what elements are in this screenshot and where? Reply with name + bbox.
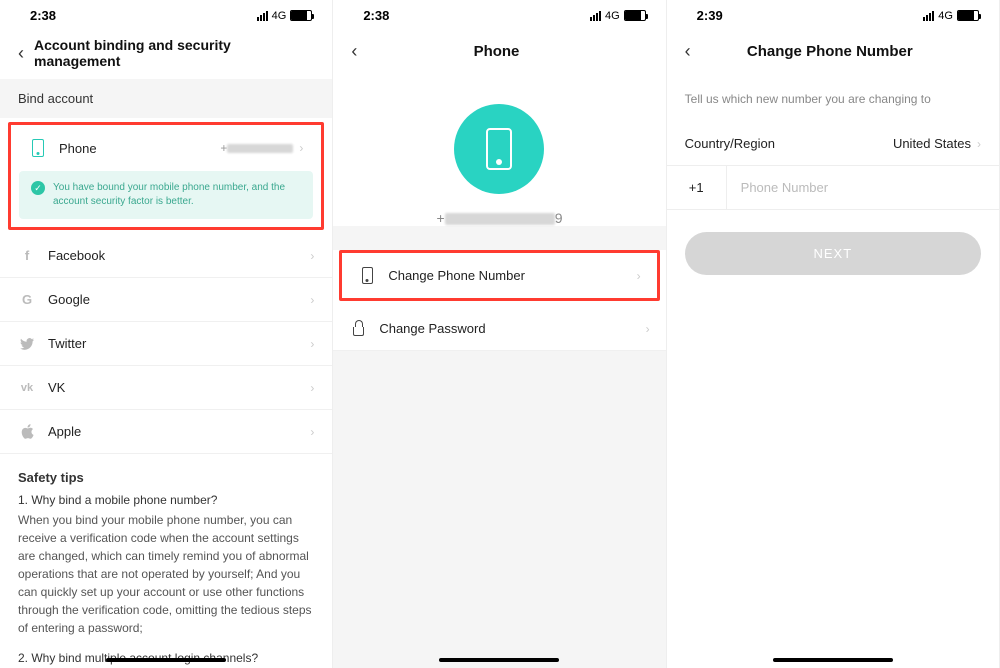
row-phone[interactable]: Phone + ›: [11, 125, 321, 171]
row-phone-input: +1: [667, 166, 999, 210]
battery-icon: [624, 10, 646, 21]
status-indicators: 4G: [257, 10, 313, 22]
highlight-change-phone: Change Phone Number ›: [339, 250, 659, 301]
chevron-right-icon: ›: [299, 141, 303, 155]
row-facebook[interactable]: f Facebook ›: [0, 234, 332, 278]
back-icon[interactable]: ‹: [14, 39, 28, 68]
hint-box: ✓ You have bound your mobile phone numbe…: [19, 171, 313, 219]
phone-badge: [454, 104, 544, 194]
tips-q1-body: When you bind your mobile phone number, …: [18, 511, 314, 637]
section-header: Bind account: [0, 79, 332, 118]
row-change-phone[interactable]: Change Phone Number ›: [342, 253, 656, 298]
twitter-icon: [18, 338, 36, 350]
row-google[interactable]: G Google ›: [0, 278, 332, 322]
row-twitter[interactable]: Twitter ›: [0, 322, 332, 366]
chevron-right-icon: ›: [977, 137, 981, 151]
facebook-icon: f: [18, 248, 36, 263]
clock: 2:38: [30, 8, 56, 23]
row-phone-label: Phone: [59, 141, 220, 156]
phone-icon: [29, 139, 47, 157]
apple-icon: [18, 424, 36, 439]
tips-q1-title: 1. Why bind a mobile phone number?: [18, 491, 314, 509]
network-type: 4G: [938, 10, 953, 22]
chevron-right-icon: ›: [310, 425, 314, 439]
vk-icon: vk: [18, 382, 36, 394]
phone-icon: [358, 267, 376, 284]
chevron-right-icon: ›: [310, 293, 314, 307]
next-button[interactable]: NEXT: [685, 232, 981, 275]
country-code[interactable]: +1: [667, 166, 727, 209]
signal-icon: [590, 11, 601, 21]
chevron-right-icon: ›: [646, 322, 650, 336]
signal-icon: [923, 11, 934, 21]
status-bar: 2:39 4G: [667, 0, 999, 27]
phone-icon: [486, 128, 512, 170]
row-change-password[interactable]: Change Password ›: [333, 307, 665, 351]
nav-bar: ‹ Account binding and security managemen…: [0, 27, 332, 79]
chevron-right-icon: ›: [310, 249, 314, 263]
masked-phone: +9: [333, 210, 665, 226]
google-icon: G: [18, 292, 36, 307]
home-indicator[interactable]: [773, 658, 893, 662]
country-value: United States: [893, 136, 971, 151]
safety-tips: Safety tips 1. Why bind a mobile phone n…: [0, 454, 332, 668]
status-bar: 2:38 4G: [0, 0, 332, 27]
screen-change-phone: 2:39 4G ‹ Change Phone Number Tell us wh…: [667, 0, 1000, 668]
page-title: Account binding and security management: [28, 37, 318, 69]
row-country[interactable]: Country/Region United States ›: [667, 122, 999, 166]
signal-icon: [257, 11, 268, 21]
screen-account-binding: 2:38 4G ‹ Account binding and security m…: [0, 0, 333, 668]
home-indicator[interactable]: [106, 658, 226, 662]
battery-icon: [957, 10, 979, 21]
tips-title: Safety tips: [18, 470, 314, 485]
nav-bar: ‹ Change Phone Number: [667, 27, 999, 76]
chevron-right-icon: ›: [637, 269, 641, 283]
network-type: 4G: [272, 10, 287, 22]
status-indicators: 4G: [923, 10, 979, 22]
network-type: 4G: [605, 10, 620, 22]
lock-icon: [349, 321, 367, 336]
nav-bar: ‹ Phone: [333, 27, 665, 76]
battery-icon: [290, 10, 312, 21]
clock: 2:39: [697, 8, 723, 23]
instruction-text: Tell us which new number you are changin…: [667, 76, 999, 122]
status-bar: 2:38 4G: [333, 0, 665, 27]
row-apple[interactable]: Apple ›: [0, 410, 332, 454]
country-label: Country/Region: [685, 136, 893, 151]
row-phone-value: +: [220, 141, 293, 155]
check-icon: ✓: [31, 181, 45, 195]
page-title: Change Phone Number: [675, 43, 985, 60]
chevron-right-icon: ›: [310, 381, 314, 395]
home-indicator[interactable]: [439, 658, 559, 662]
hint-text: You have bound your mobile phone number,…: [53, 181, 301, 209]
chevron-right-icon: ›: [310, 337, 314, 351]
clock: 2:38: [363, 8, 389, 23]
row-vk[interactable]: vk VK ›: [0, 366, 332, 410]
phone-input[interactable]: [727, 166, 999, 209]
highlight-phone-binding: Phone + › ✓ You have bound your mobile p…: [8, 122, 324, 230]
status-indicators: 4G: [590, 10, 646, 22]
screen-phone: 2:38 4G ‹ Phone +9 Change Phone Number ›…: [333, 0, 666, 668]
page-title: Phone: [341, 43, 651, 60]
